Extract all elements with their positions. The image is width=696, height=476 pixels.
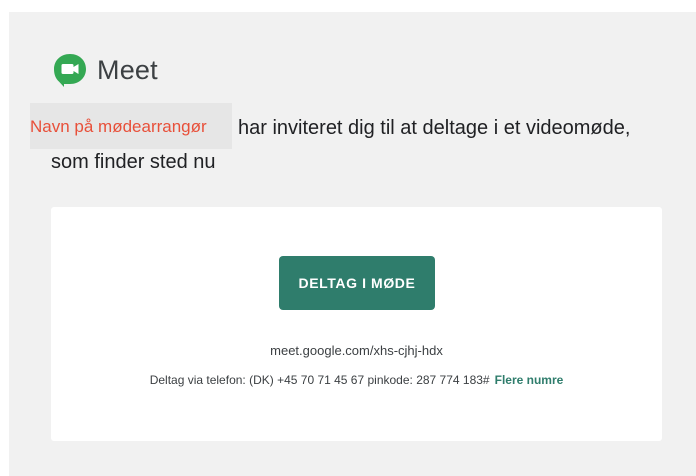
organizer-name: Navn på mødearrangør [30,117,207,136]
join-card: DELTAG I MØDE meet.google.com/xhs-cjhj-h… [51,207,662,441]
meeting-link[interactable]: meet.google.com/xhs-cjhj-hdx [51,343,662,358]
join-meeting-button[interactable]: DELTAG I MØDE [279,256,435,310]
meet-logo: Meet [52,50,158,90]
more-numbers-link[interactable]: Flere numre [495,373,564,387]
phone-join-line: Deltag via telefon: (DK) +45 70 71 45 67… [51,373,662,387]
email-body: Meet Navn på mødearrangør har inviteret … [0,0,696,476]
invitation-text-line2: som finder sted nu [51,151,216,173]
app-name: Meet [97,54,158,85]
phone-join-text: Deltag via telefon: (DK) +45 70 71 45 67… [149,373,490,387]
google-meet-icon [54,54,86,87]
invitation-text-line1: har inviteret dig til at deltage i et vi… [238,117,631,139]
